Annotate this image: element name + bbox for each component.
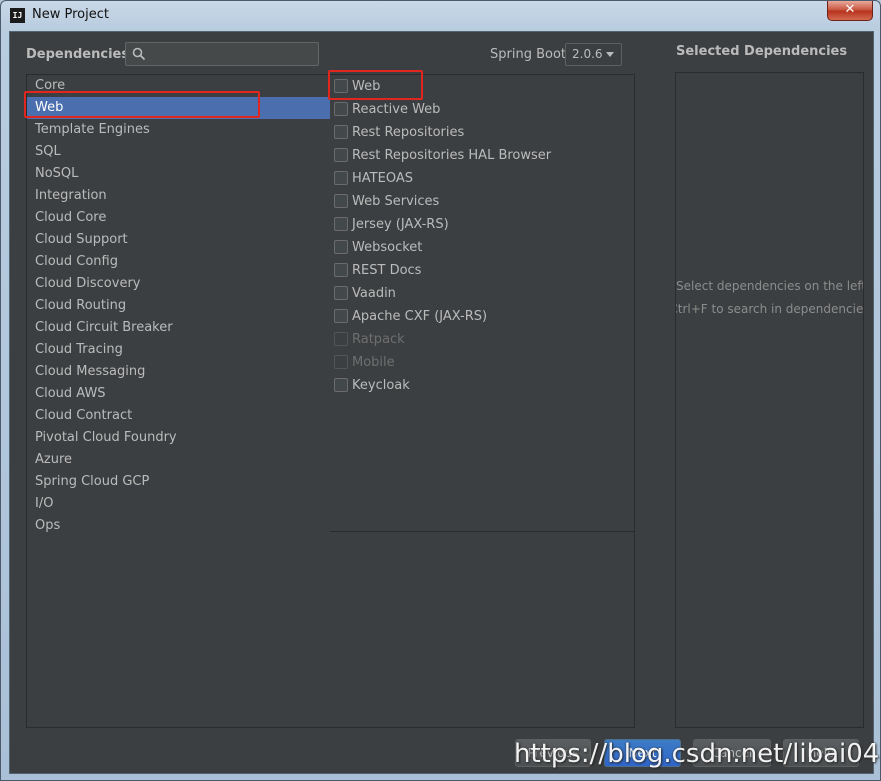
dependency-item: Ratpack	[330, 328, 634, 351]
selected-hint-line1: Select dependencies on the left	[676, 279, 864, 293]
category-item[interactable]: Azure	[27, 449, 330, 471]
category-item[interactable]: Cloud Messaging	[27, 361, 330, 383]
new-project-window: IJ New Project ✕ Dependencies Spring Boo…	[0, 0, 881, 781]
dependency-item[interactable]: Vaadin	[330, 282, 634, 305]
selected-dependencies-label: Selected Dependencies	[676, 44, 848, 59]
dependency-label: HATEOAS	[352, 171, 413, 186]
dependency-checkbox[interactable]	[334, 378, 348, 392]
dependency-checkbox	[334, 355, 348, 369]
dialog-content: Dependencies Spring Boot 2.0.6 Selected …	[9, 31, 874, 774]
category-item[interactable]: SQL	[27, 141, 330, 163]
dependency-description-divider	[330, 531, 634, 532]
dependency-checkbox[interactable]	[334, 79, 348, 93]
category-item[interactable]: Cloud Discovery	[27, 273, 330, 295]
dependency-list: Web Reactive Web Rest Repositories Rest Rep…	[330, 74, 635, 728]
dependency-checkbox	[334, 332, 348, 346]
category-item[interactable]: Cloud Routing	[27, 295, 330, 317]
selected-dependencies-panel: Select dependencies on the left Ctrl+F t…	[675, 72, 864, 728]
dependency-label: Keycloak	[352, 378, 410, 393]
dependency-label: Websocket	[352, 240, 423, 255]
dependency-item[interactable]: Jersey (JAX-RS)	[330, 213, 634, 236]
search-field[interactable]	[125, 42, 319, 66]
category-item[interactable]: I/O	[27, 493, 330, 515]
category-item[interactable]: Integration	[27, 185, 330, 207]
dependency-checkbox[interactable]	[334, 102, 348, 116]
dependency-item[interactable]: REST Docs	[330, 259, 634, 282]
search-input[interactable]	[152, 45, 312, 62]
dependency-checkbox[interactable]	[334, 217, 348, 231]
category-item[interactable]: Spring Cloud GCP	[27, 471, 330, 493]
dependency-item[interactable]: HATEOAS	[330, 167, 634, 190]
window-title: New Project	[32, 7, 109, 22]
dependency-item[interactable]: Rest Repositories	[330, 121, 634, 144]
category-item[interactable]: Pivotal Cloud Foundry	[27, 427, 330, 449]
dependency-item: Mobile	[330, 351, 634, 374]
category-list: Core Web Template Engines SQL NoSQL Integrati…	[26, 74, 331, 728]
dependency-checkbox[interactable]	[334, 286, 348, 300]
selected-hint-line2: Ctrl+F to search in dependencies	[675, 302, 864, 316]
spring-boot-version-value: 2.0.6	[572, 47, 603, 61]
category-item[interactable]: Cloud Tracing	[27, 339, 330, 361]
dependency-item[interactable]: Rest Repositories HAL Browser	[330, 144, 634, 167]
dependency-checkbox[interactable]	[334, 194, 348, 208]
dependency-item[interactable]: Keycloak	[330, 374, 634, 397]
dependency-label: Web Services	[352, 194, 440, 209]
category-item[interactable]: Core	[27, 75, 330, 97]
dependency-checkbox[interactable]	[334, 125, 348, 139]
search-icon	[132, 47, 146, 61]
dependency-label: Rest Repositories	[352, 125, 465, 140]
category-item[interactable]: NoSQL	[27, 163, 330, 185]
dependency-label: Mobile	[352, 355, 395, 370]
spring-boot-version-select[interactable]: 2.0.6	[565, 43, 622, 66]
category-item[interactable]: Ops	[27, 515, 330, 537]
dependency-checkbox[interactable]	[334, 263, 348, 277]
dependency-label: Apache CXF (JAX-RS)	[352, 309, 488, 324]
dependency-label: Jersey (JAX-RS)	[352, 217, 449, 232]
category-item[interactable]: Cloud Support	[27, 229, 330, 251]
dependency-checkbox[interactable]	[334, 240, 348, 254]
chevron-down-icon	[606, 52, 614, 57]
dependencies-label: Dependencies	[26, 47, 130, 62]
dependency-item[interactable]: Reactive Web	[330, 98, 634, 121]
dependency-checkbox[interactable]	[334, 171, 348, 185]
category-item[interactable]: Cloud AWS	[27, 383, 330, 405]
watermark-text: https://blog.csdn.net/libai0424	[514, 739, 881, 769]
dependency-checkbox[interactable]	[334, 148, 348, 162]
category-item[interactable]: Cloud Contract	[27, 405, 330, 427]
title-bar[interactable]: IJ New Project ✕	[1, 1, 880, 31]
category-item[interactable]: Web	[27, 97, 330, 119]
dependency-item[interactable]: Web	[330, 75, 634, 98]
dependency-label: Ratpack	[352, 332, 405, 347]
dependency-label: Vaadin	[352, 286, 396, 301]
intellij-app-icon: IJ	[10, 8, 25, 23]
dependency-label: REST Docs	[352, 263, 422, 278]
dependency-label: Web	[352, 79, 381, 94]
category-item[interactable]: Cloud Config	[27, 251, 330, 273]
close-button[interactable]: ✕	[827, 1, 873, 21]
category-item[interactable]: Cloud Core	[27, 207, 330, 229]
category-item[interactable]: Cloud Circuit Breaker	[27, 317, 330, 339]
dependency-item[interactable]: Apache CXF (JAX-RS)	[330, 305, 634, 328]
dependency-label: Rest Repositories HAL Browser	[352, 148, 552, 163]
category-item[interactable]: Template Engines	[27, 119, 330, 141]
dependency-item[interactable]: Websocket	[330, 236, 634, 259]
dependency-item[interactable]: Web Services	[330, 190, 634, 213]
dependency-label: Reactive Web	[352, 102, 441, 117]
spring-boot-label: Spring Boot	[490, 47, 567, 62]
dependency-checkbox[interactable]	[334, 309, 348, 323]
